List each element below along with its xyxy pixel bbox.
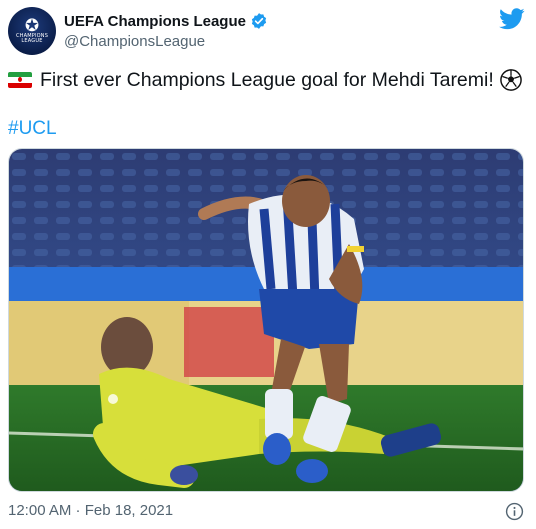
goal-celebration-photo <box>9 149 523 491</box>
tweet-body: First ever Champions League goal for Meh… <box>40 69 494 91</box>
tweet-timestamp[interactable]: 12:00 AM · Feb 18, 2021 <box>8 502 173 519</box>
avatar[interactable]: ✪ CHAMPIONS LEAGUE <box>8 7 56 55</box>
author-handle[interactable]: @ChampionsLeague <box>64 33 205 50</box>
tweet-photo[interactable] <box>8 148 524 492</box>
iran-flag-icon <box>8 72 32 88</box>
verified-badge-icon <box>251 13 267 29</box>
display-name[interactable]: UEFA Champions League <box>64 13 246 30</box>
hashtag-link[interactable]: #UCL <box>8 118 57 140</box>
info-icon[interactable] <box>505 502 524 521</box>
tweet-text: First ever Champions League goal for Meh… <box>8 68 522 92</box>
soccer-ball-icon <box>499 69 522 91</box>
avatar-logo-text: CHAMPIONS LEAGUE <box>15 32 49 44</box>
twitter-bird-icon[interactable] <box>499 8 525 30</box>
author-name-row[interactable]: UEFA Champions League <box>64 12 268 30</box>
champions-league-star-icon: ✪ <box>24 15 40 36</box>
